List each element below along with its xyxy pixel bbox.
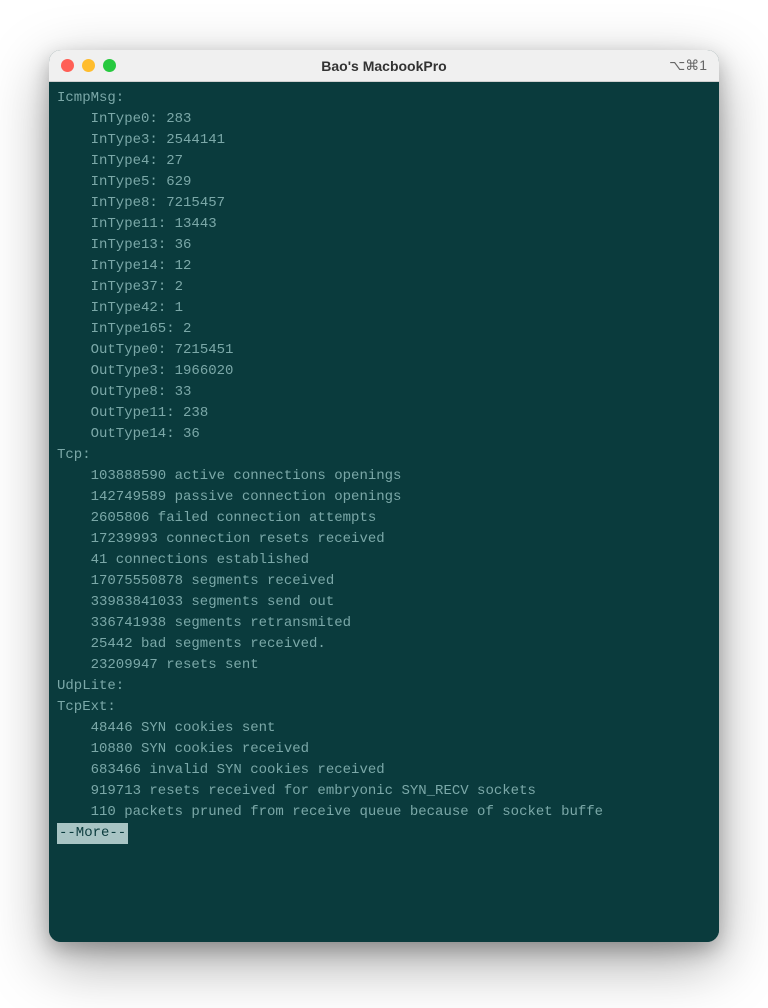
stat-value: 13443 bbox=[175, 216, 217, 232]
stat-line: 110 packets pruned from receive queue be… bbox=[57, 802, 711, 823]
stat-line: InType0: 283 bbox=[57, 109, 711, 130]
minimize-icon[interactable] bbox=[82, 59, 95, 72]
shortcut-indicator: ⌥⌘1 bbox=[669, 57, 707, 74]
stat-line: 48446 SYN cookies sent bbox=[57, 718, 711, 739]
stat-value: 1966020 bbox=[175, 363, 234, 379]
pager-line[interactable]: --More-- bbox=[57, 823, 711, 844]
stat-line: OutType11: 238 bbox=[57, 403, 711, 424]
stat-line: OutType8: 33 bbox=[57, 382, 711, 403]
stat-line: InType37: 2 bbox=[57, 277, 711, 298]
stat-value: 33 bbox=[175, 384, 192, 400]
stat-line: 41 connections established bbox=[57, 550, 711, 571]
maximize-icon[interactable] bbox=[103, 59, 116, 72]
stat-key: InType0 bbox=[91, 111, 150, 127]
traffic-lights bbox=[61, 59, 116, 72]
stat-value: 7215451 bbox=[175, 342, 234, 358]
stat-value: 629 bbox=[166, 174, 191, 190]
section-header-icmpmsg: IcmpMsg: bbox=[57, 88, 711, 109]
stat-key: InType5 bbox=[91, 174, 150, 190]
section-header-tcp: Tcp: bbox=[57, 445, 711, 466]
section-header-tcpext: TcpExt: bbox=[57, 697, 711, 718]
stat-value: 27 bbox=[166, 153, 183, 169]
stat-key: InType11 bbox=[91, 216, 158, 232]
stat-line: 103888590 active connections openings bbox=[57, 466, 711, 487]
stat-value: 2544141 bbox=[166, 132, 225, 148]
stat-line: 919713 resets received for embryonic SYN… bbox=[57, 781, 711, 802]
stat-line: 33983841033 segments send out bbox=[57, 592, 711, 613]
section-header-udplite: UdpLite: bbox=[57, 676, 711, 697]
stat-line: 683466 invalid SYN cookies received bbox=[57, 760, 711, 781]
stat-line: 25442 bad segments received. bbox=[57, 634, 711, 655]
stat-value: 2 bbox=[175, 279, 183, 295]
stat-line: InType14: 12 bbox=[57, 256, 711, 277]
stat-line: InType42: 1 bbox=[57, 298, 711, 319]
stat-key: OutType14 bbox=[91, 426, 167, 442]
stat-line: InType165: 2 bbox=[57, 319, 711, 340]
stat-value: 7215457 bbox=[166, 195, 225, 211]
stat-line: InType5: 629 bbox=[57, 172, 711, 193]
stat-value: 36 bbox=[183, 426, 200, 442]
stat-line: 2605806 failed connection attempts bbox=[57, 508, 711, 529]
stat-line: 336741938 segments retransmited bbox=[57, 613, 711, 634]
title-bar: Bao's MacbookPro ⌥⌘1 bbox=[49, 50, 719, 82]
terminal-window: Bao's MacbookPro ⌥⌘1 IcmpMsg: InType0: 2… bbox=[49, 50, 719, 942]
stat-line: OutType3: 1966020 bbox=[57, 361, 711, 382]
more-indicator[interactable]: --More-- bbox=[57, 823, 128, 844]
stat-key: InType8 bbox=[91, 195, 150, 211]
stat-line: InType4: 27 bbox=[57, 151, 711, 172]
stat-value: 283 bbox=[166, 111, 191, 127]
close-icon[interactable] bbox=[61, 59, 74, 72]
stat-key: OutType3 bbox=[91, 363, 158, 379]
stat-line: 17075550878 segments received bbox=[57, 571, 711, 592]
stat-value: 12 bbox=[175, 258, 192, 274]
stat-key: OutType8 bbox=[91, 384, 158, 400]
stat-value: 2 bbox=[183, 321, 191, 337]
stat-value: 1 bbox=[175, 300, 183, 316]
stat-line: 142749589 passive connection openings bbox=[57, 487, 711, 508]
stat-value: 36 bbox=[175, 237, 192, 253]
stat-key: InType13 bbox=[91, 237, 158, 253]
stat-line: 10880 SYN cookies received bbox=[57, 739, 711, 760]
terminal-body[interactable]: IcmpMsg: InType0: 283 InType3: 2544141 I… bbox=[49, 82, 719, 942]
stat-line: InType8: 7215457 bbox=[57, 193, 711, 214]
stat-line: OutType14: 36 bbox=[57, 424, 711, 445]
stat-line: 23209947 resets sent bbox=[57, 655, 711, 676]
stat-line: OutType0: 7215451 bbox=[57, 340, 711, 361]
stat-key: OutType11 bbox=[91, 405, 167, 421]
stat-key: InType42 bbox=[91, 300, 158, 316]
stat-line: InType13: 36 bbox=[57, 235, 711, 256]
stat-key: InType4 bbox=[91, 153, 150, 169]
stat-key: OutType0 bbox=[91, 342, 158, 358]
stat-line: 17239993 connection resets received bbox=[57, 529, 711, 550]
stat-line: InType11: 13443 bbox=[57, 214, 711, 235]
stat-key: InType3 bbox=[91, 132, 150, 148]
stat-key: InType37 bbox=[91, 279, 158, 295]
window-title: Bao's MacbookPro bbox=[321, 58, 446, 74]
stat-key: InType165 bbox=[91, 321, 167, 337]
stat-key: InType14 bbox=[91, 258, 158, 274]
stat-line: InType3: 2544141 bbox=[57, 130, 711, 151]
stat-value: 238 bbox=[183, 405, 208, 421]
